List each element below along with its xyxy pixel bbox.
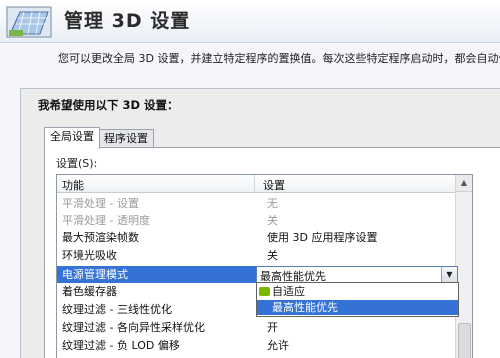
feature-name: 环境光吸收 — [62, 249, 117, 262]
3d-settings-icon — [6, 6, 52, 38]
power-mode-dropdown: 自适应 最高性能优先 — [256, 282, 459, 317]
feature-name: 电源管理模式 — [62, 268, 128, 281]
feature-name: 最大预渲染帧数 — [62, 231, 139, 244]
table-row[interactable]: 纹理过滤 - 负 LOD 偏移 允许 — [57, 337, 455, 354]
page-header: 管理 3D 设置 — [0, 0, 500, 43]
settings-list-label: 设置(S): — [56, 157, 98, 170]
table-row[interactable]: 最大预渲染帧数 使用 3D 应用程序设置 — [57, 229, 455, 246]
feature-name: 着色缓存器 — [62, 285, 117, 298]
page-description: 您可以更改全局 3D 设置，并建立特定程序的置换值。每次这些特定程序启动时，都会… — [58, 52, 500, 65]
feature-name: 平滑处理 - 透明度 — [62, 214, 150, 227]
feature-name: 平滑处理 - 设置 — [62, 197, 139, 210]
section-label: 我希望使用以下 3D 设置： — [38, 98, 179, 112]
column-divider[interactable] — [254, 175, 255, 192]
feature-value: 允许 — [267, 339, 289, 352]
feature-name: 纹理过滤 - 三线性优化 — [62, 303, 172, 316]
tab-global-settings[interactable]: 全局设置 — [44, 127, 100, 149]
option-label: 自适应 — [272, 285, 305, 298]
table-row[interactable]: 平滑处理 - 透明度 关 — [57, 212, 455, 229]
nvidia-icon — [259, 287, 270, 296]
table-row[interactable]: 平滑处理 - 设置 无 — [57, 195, 455, 212]
dropdown-option-selected[interactable]: 最高性能优先 — [257, 300, 458, 315]
column-header-setting[interactable]: 设置 — [263, 177, 285, 193]
column-header-feature[interactable]: 功能 — [62, 177, 84, 193]
option-label: 最高性能优先 — [272, 301, 338, 314]
feature-name: 纹理过滤 - 负 LOD 偏移 — [62, 339, 180, 352]
feature-value: 无 — [267, 197, 278, 210]
feature-value: 关 — [267, 249, 278, 262]
table-header: 功能 设置 — [57, 175, 455, 193]
dropdown-option[interactable]: 自适应 — [257, 284, 458, 299]
scrollbar-thumb[interactable] — [458, 323, 471, 358]
scroll-up-arrow-icon[interactable]: ▲ — [456, 175, 472, 192]
dropdown-arrow-icon[interactable]: ▼ — [441, 267, 457, 283]
page-title: 管理 3D 设置 — [64, 10, 191, 32]
table-row[interactable]: 纹理过滤 - 各向异性采样优化 开 — [57, 319, 455, 336]
feature-name: 纹理过滤 - 各向异性采样优化 — [62, 321, 205, 334]
table-row[interactable]: 环境光吸收 关 — [57, 247, 455, 264]
feature-value: 使用 3D 应用程序设置 — [267, 231, 378, 244]
tab-program-settings[interactable]: 程序设置 — [98, 129, 154, 148]
feature-value: 关 — [267, 214, 278, 227]
feature-value: 开 — [267, 321, 278, 334]
